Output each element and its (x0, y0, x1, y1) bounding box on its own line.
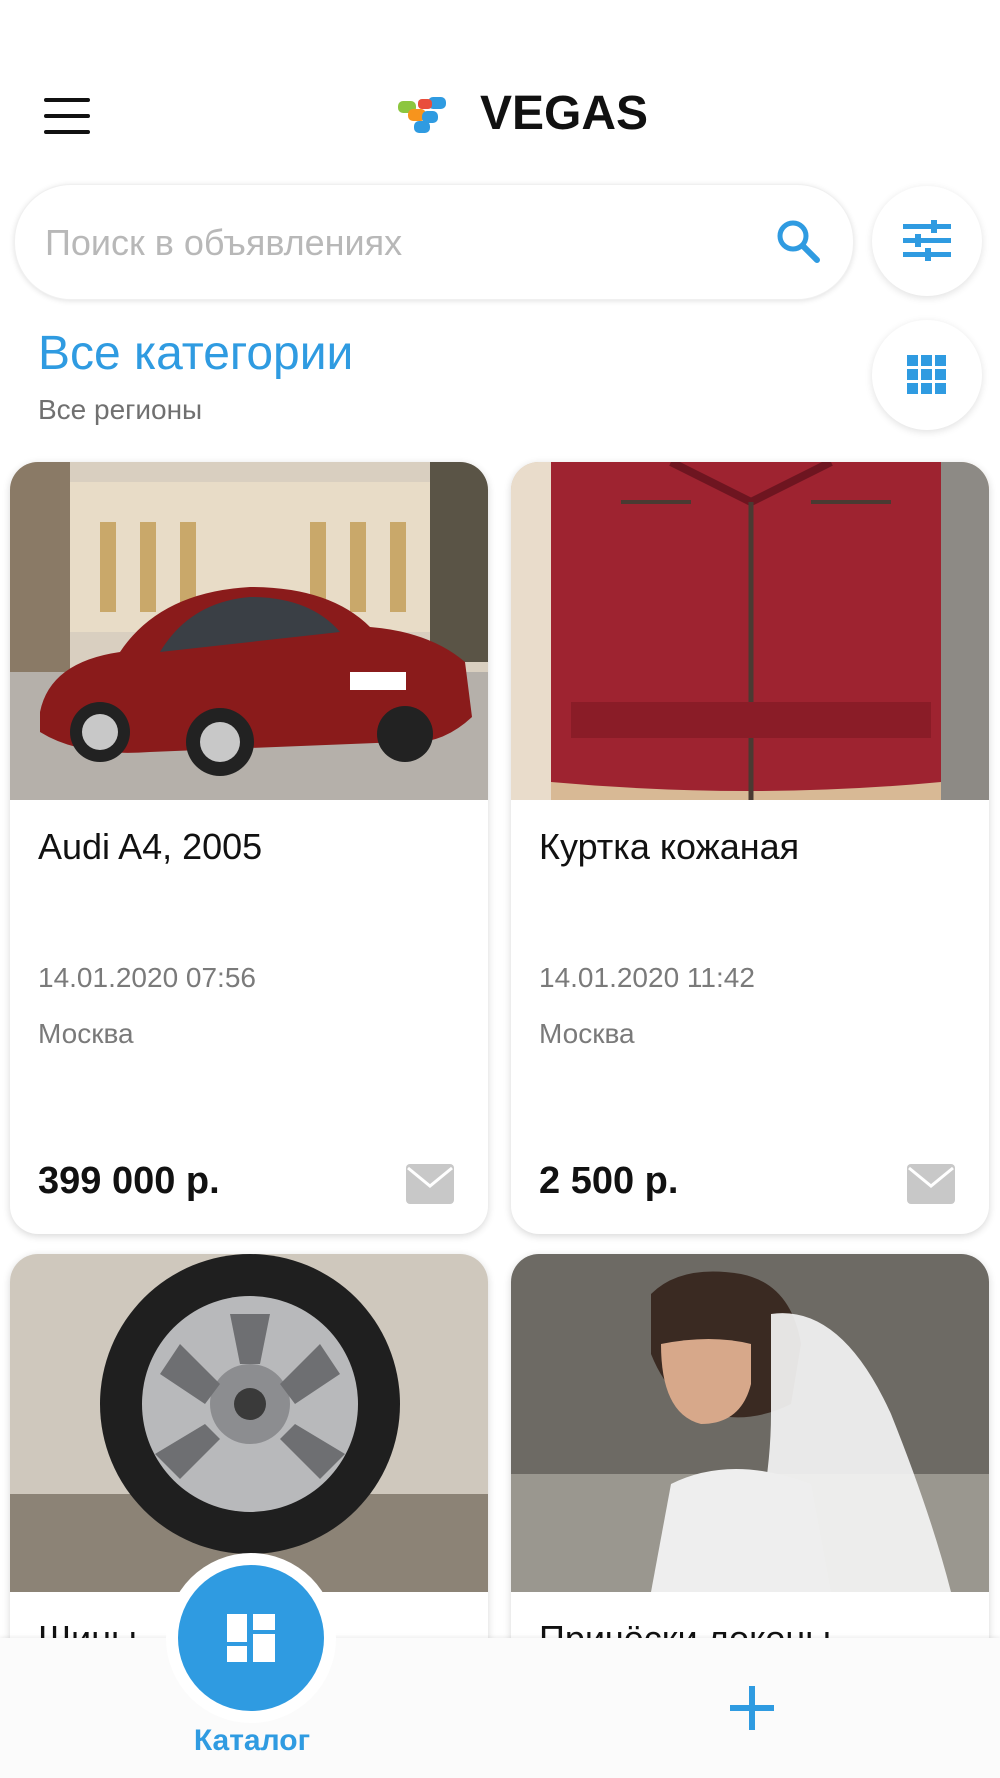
filter-button[interactable] (872, 186, 982, 296)
search-bar[interactable] (14, 184, 854, 301)
listing-card[interactable]: Куртка кожаная 14.01.2020 11:42 Москва 2… (511, 462, 989, 1234)
catalog-icon (227, 1614, 275, 1662)
grid-view-button[interactable] (872, 320, 982, 430)
menu-icon-line (44, 114, 90, 118)
listing-date: 14.01.2020 11:42 (539, 962, 755, 993)
menu-button[interactable] (44, 98, 90, 134)
logo-text: VEGAS (480, 87, 649, 140)
listing-price: 399 000 р. (38, 1160, 220, 1202)
jacket-image (511, 462, 989, 800)
hairstyle-image (511, 1254, 989, 1592)
menu-icon-line (44, 130, 90, 134)
listing-photo-car[interactable] (10, 462, 488, 800)
app-logo: VEGAS (398, 86, 648, 141)
listing-photo-hairstyle[interactable] (511, 1254, 989, 1592)
plus-icon[interactable] (724, 1680, 780, 1736)
catalog-button[interactable] (178, 1565, 324, 1711)
listing-photo-jacket[interactable] (511, 462, 989, 800)
listing-title: Audi A4, 2005 (38, 826, 263, 867)
listing-card[interactable]: Причёски локоны (511, 1254, 989, 1674)
mail-icon[interactable] (907, 1164, 955, 1204)
catalog-label[interactable]: Каталог (180, 1724, 324, 1758)
region-label[interactable]: Все регионы (38, 394, 202, 426)
listing-price: 2 500 р. (539, 1160, 679, 1202)
listing-city: Москва (539, 1018, 635, 1049)
listing-card[interactable]: Audi A4, 2005 14.01.2020 07:56 Москва 39… (10, 462, 488, 1234)
search-icon[interactable] (775, 218, 821, 264)
listing-date: 14.01.2020 07:56 (38, 962, 256, 993)
listing-title: Куртка кожаная (539, 826, 800, 867)
bottom-navigation (0, 1638, 1000, 1778)
car-image (10, 462, 488, 800)
tire-image (10, 1254, 488, 1592)
search-input[interactable] (43, 185, 747, 301)
listing-photo-tire[interactable] (10, 1254, 488, 1592)
mail-icon[interactable] (406, 1164, 454, 1204)
grid-icon (907, 355, 946, 394)
vegas-logo-icon (398, 96, 446, 133)
listing-city: Москва (38, 1018, 134, 1049)
filter-icon (903, 220, 951, 261)
category-title[interactable]: Все категории (38, 326, 353, 381)
menu-icon-line (44, 98, 90, 102)
